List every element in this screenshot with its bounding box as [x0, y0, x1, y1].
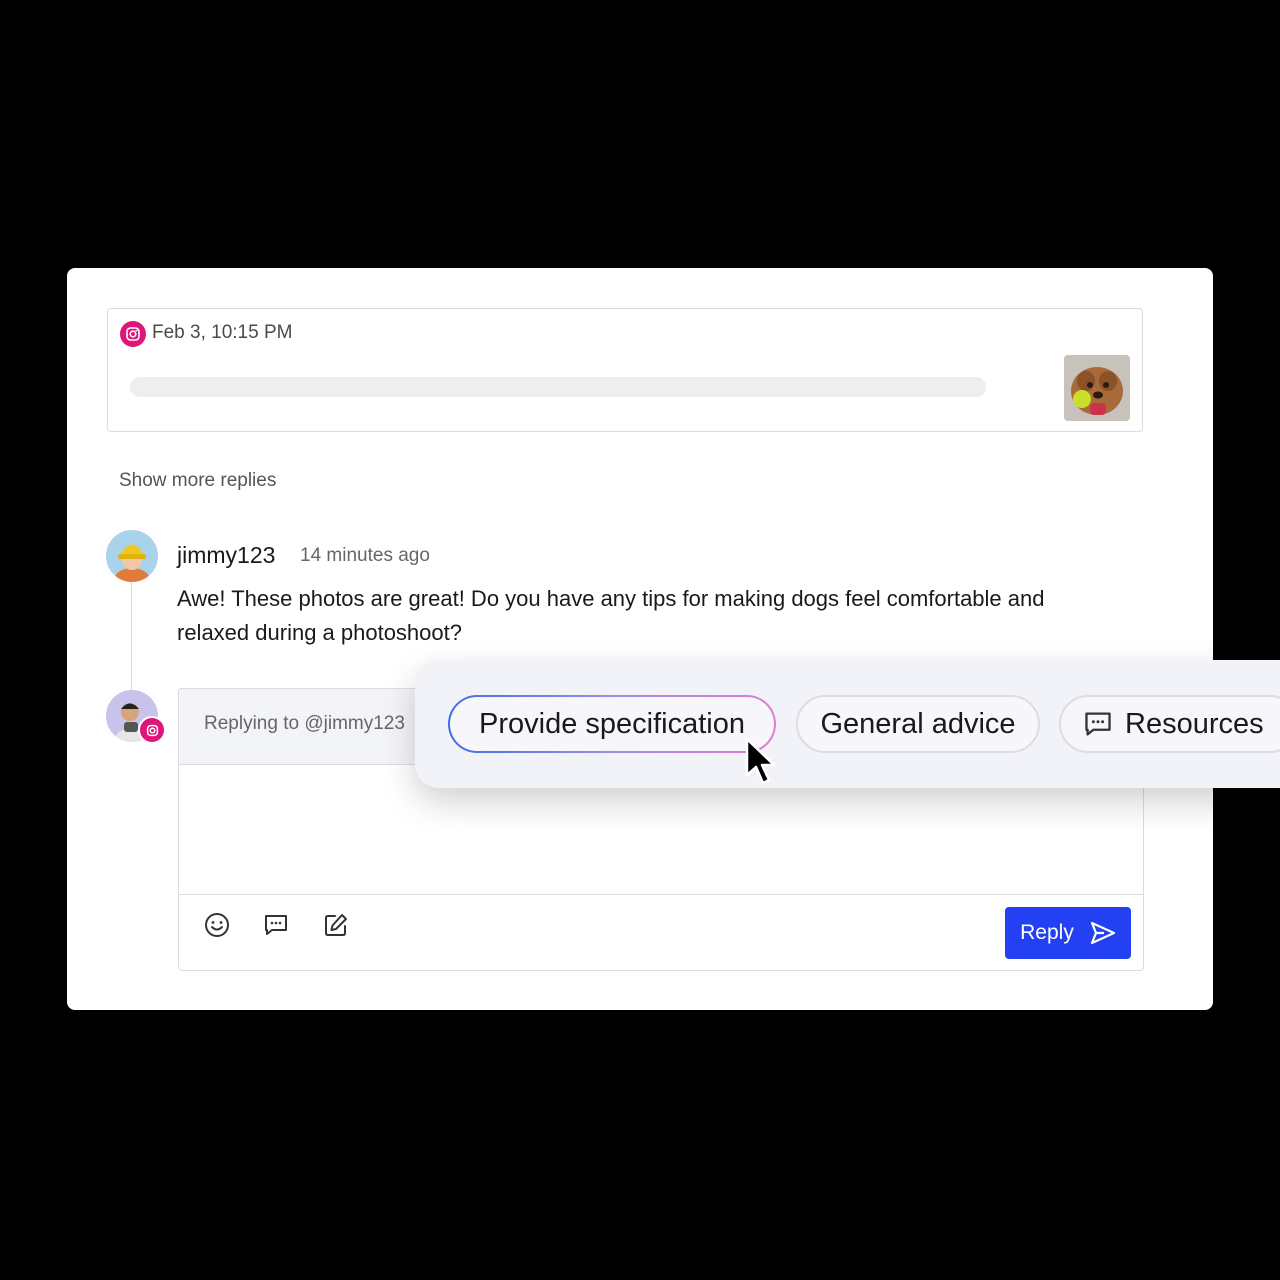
suggestion-chip-label: Provide specification [479, 707, 745, 740]
comment-card: Feb 3, 10:15 PM Show more replies jimmy1… [67, 268, 1213, 1010]
chat-icon [1085, 712, 1111, 736]
mouse-cursor-icon [745, 737, 781, 794]
smiley-icon[interactable] [203, 911, 231, 939]
edit-icon[interactable] [322, 911, 350, 939]
reply-button-label: Reply [1020, 921, 1074, 944]
original-post[interactable]: Feb 3, 10:15 PM [107, 308, 1143, 432]
ai-suggestions-bar: Provide specification General advice Res… [415, 660, 1280, 788]
show-more-replies-link[interactable]: Show more replies [119, 470, 276, 492]
instagram-icon [138, 716, 166, 744]
replying-to-label: Replying to @jimmy123 [204, 713, 405, 734]
chat-icon[interactable] [262, 911, 290, 939]
suggestion-chip-general-advice[interactable]: General advice [796, 695, 1040, 753]
avatar[interactable] [106, 530, 158, 582]
comment-timestamp: 14 minutes ago [300, 545, 430, 566]
post-thumbnail[interactable] [1064, 355, 1130, 421]
suggestion-chip-label: Resources [1125, 707, 1264, 740]
suggestion-chip-provide-specification[interactable]: Provide specification [448, 695, 776, 753]
reply-button[interactable]: Reply [1005, 907, 1131, 959]
instagram-icon [120, 321, 146, 347]
send-icon [1090, 921, 1115, 945]
post-text-placeholder [130, 377, 986, 397]
comment-text: Awe! These photos are great! Do you have… [177, 586, 1045, 645]
post-date: Feb 3, 10:15 PM [152, 322, 293, 343]
comment-username[interactable]: jimmy123 [177, 542, 275, 569]
suggestion-chip-label: General advice [820, 707, 1016, 740]
suggestion-chip-resources[interactable]: Resources [1059, 695, 1280, 753]
thread-line [131, 582, 132, 692]
